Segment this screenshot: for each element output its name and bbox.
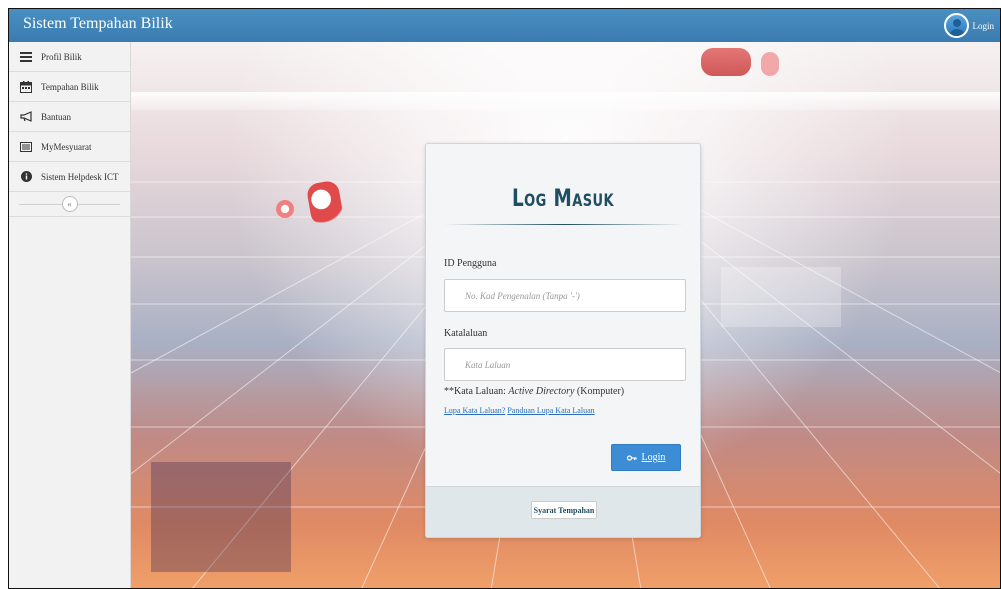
page-title: Log Masuk [512,184,614,212]
login-link[interactable]: Login [973,21,995,31]
forgot-password-guide-link[interactable]: Panduan Lupa Kata Laluan [507,406,594,415]
user-id-label: ID Pengguna [444,258,497,269]
title-divider [444,224,684,225]
card-footer: Syarat Tempahan [426,486,700,537]
key-icon [626,454,637,462]
password-hint: **Kata Laluan: Active Directory (Kompute… [444,386,624,397]
sidebar-collapse-row: « [9,192,130,217]
main-background: Log Masuk ID Pengguna No. Kad Pengenalan… [131,42,1000,588]
list-icon [19,51,33,63]
decor-shape [761,52,779,76]
hint-italic: Active Directory [508,386,575,397]
sidebar-item-label: MyMesyuarat [41,141,92,152]
sidebar-item-label: Bantuan [41,111,71,122]
sidebar-item-helpdesk-ict[interactable]: Sistem Helpdesk ICT [9,162,130,192]
sidebar-item-mymesyuarat[interactable]: MyMesyuarat [9,132,130,162]
terms-button[interactable]: Syarat Tempahan [531,501,597,519]
top-bar: Sistem Tempahan Bilik Login [9,9,1000,42]
collapse-sidebar-button[interactable]: « [61,196,78,212]
info-icon [19,171,33,183]
sidebar-item-tempahan-bilik[interactable]: Tempahan Bilik [9,72,130,102]
forgot-password-link[interactable]: Lupa Kata Laluan? [444,406,505,415]
sidebar-item-bantuan[interactable]: Bantuan [9,102,130,132]
sidebar-item-label: Profil Bilik [41,51,82,62]
sidebar-item-label: Sistem Helpdesk ICT [41,171,119,182]
megaphone-icon [19,111,33,123]
app-title: Sistem Tempahan Bilik [23,15,173,32]
hint-suffix: (Komputer) [574,386,625,397]
decor-shape [276,200,294,218]
sidebar-item-profil-bilik[interactable]: Profil Bilik [9,42,130,72]
login-card: Log Masuk ID Pengguna No. Kad Pengenalan… [425,143,701,538]
password-input[interactable]: Kata Laluan [444,348,686,381]
sidebar-item-label: Tempahan Bilik [41,81,99,92]
hint-prefix: **Kata Laluan: [444,386,509,397]
app-window: Sistem Tempahan Bilik Login Profil Bilik… [8,8,1001,589]
user-avatar-icon[interactable] [943,13,969,38]
user-id-input[interactable]: No. Kad Pengenalan (Tanpa '-') [444,279,686,312]
login-button-label: Login [641,452,666,463]
card-list-icon [19,141,33,153]
sidebar: Profil Bilik Tempahan Bilik Bantuan MyMe… [9,42,131,588]
decor-shape [701,48,751,76]
password-label: Katalaluan [444,328,488,339]
login-button[interactable]: Login [611,444,681,471]
help-links: Lupa Kata Laluan? Panduan Lupa Kata Lalu… [444,406,595,415]
user-area[interactable]: Login [943,9,1001,42]
calendar-icon [19,80,33,93]
